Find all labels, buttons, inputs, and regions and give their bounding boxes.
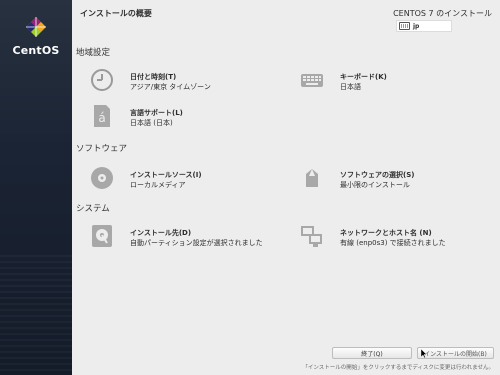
- spoke-language-title: 言語サポート(L): [130, 109, 183, 117]
- footer-note: 「インストールの開始」をクリックするまでディスクに変更は行われません。: [302, 365, 494, 371]
- spoke-datetime-status: アジア/東京 タイムゾーン: [130, 83, 211, 91]
- disc-icon: [91, 167, 113, 189]
- category-software: ソフトウェア: [76, 144, 128, 154]
- spoke-keyboard[interactable]: キーボード(K) 日本語: [300, 68, 500, 98]
- centos-logo-text: CentOS: [12, 44, 60, 57]
- spoke-install-source-title: インストールソース(I): [130, 171, 202, 179]
- spoke-software-selection-title: ソフトウェアの選択(S): [340, 171, 415, 179]
- spoke-datetime-title: 日付と時刻(T): [130, 73, 177, 81]
- spoke-keyboard-status: 日本語: [340, 83, 361, 91]
- keyboard-icon: [301, 74, 323, 87]
- spoke-network-hostname-title: ネットワークとホスト名 (N): [340, 229, 432, 237]
- category-system: システム: [76, 204, 110, 214]
- clock-icon: [91, 69, 113, 91]
- page-title: インストールの概要: [80, 9, 152, 18]
- keyboard-layout-indicator[interactable]: jp: [396, 20, 452, 32]
- spoke-network-hostname-status: 有線 (enp0s3) で接続されました: [340, 239, 446, 247]
- sidebar: CentOS: [0, 0, 72, 375]
- keyboard-icon: [399, 22, 410, 30]
- centos-logo-icon: [26, 17, 46, 37]
- category-localization: 地域設定: [76, 48, 111, 58]
- spoke-install-destination[interactable]: インストール先(D) 自動パーティション設定が選択されました: [90, 224, 290, 254]
- spoke-datetime[interactable]: 日付と時刻(T) アジア/東京 タイムゾーン: [90, 68, 290, 98]
- spoke-software-selection-status: 最小限のインストール: [340, 181, 410, 189]
- quit-button[interactable]: 終了(Q): [332, 347, 412, 359]
- product-title: CENTOS 7 のインストール: [393, 9, 492, 18]
- spoke-install-source[interactable]: インストールソース(I) ローカルメディア: [90, 166, 290, 196]
- spoke-install-source-status: ローカルメディア: [130, 181, 186, 189]
- spoke-language-status: 日本語 (日本): [130, 119, 173, 127]
- network-icon: [301, 226, 322, 247]
- package-icon: [306, 169, 318, 187]
- spoke-software-selection[interactable]: ソフトウェアの選択(S) 最小限のインストール: [300, 166, 500, 196]
- harddisk-icon: [92, 225, 112, 247]
- svg-text:á: á: [98, 111, 105, 125]
- spoke-language[interactable]: á 言語サポート(L) 日本語 (日本): [90, 104, 290, 134]
- spoke-install-destination-status: 自動パーティション設定が選択されました: [130, 239, 263, 247]
- begin-installation-button[interactable]: インストールの開始(B): [417, 347, 494, 359]
- keyboard-layout-label: jp: [413, 22, 420, 30]
- mouse-cursor-icon: [421, 349, 427, 358]
- language-icon: á: [94, 105, 110, 127]
- spoke-network-hostname[interactable]: ネットワークとホスト名 (N) 有線 (enp0s3) で接続されました: [300, 224, 500, 254]
- spoke-keyboard-title: キーボード(K): [340, 73, 387, 81]
- spoke-install-destination-title: インストール先(D): [130, 229, 192, 237]
